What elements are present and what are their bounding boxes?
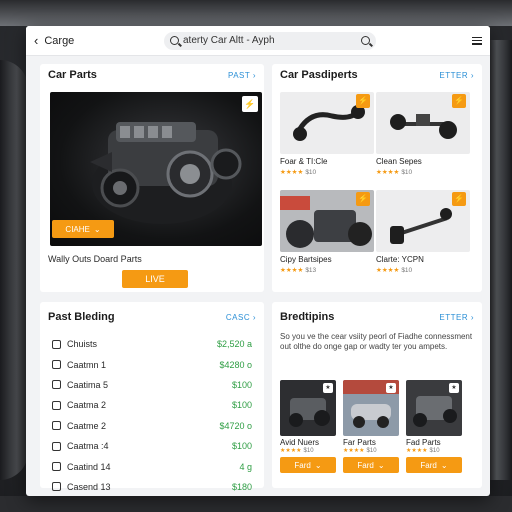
flash-badge-icon: ⚡ [452, 192, 466, 206]
price-list: Chuists $2,520 a Caatmn 1 $4280 o Caatima … [52, 334, 252, 497]
calendar-icon [52, 462, 61, 472]
chevron-down-icon: ⌄ [377, 460, 385, 470]
bookmark-icon[interactable]: ★ [323, 383, 333, 393]
list-item[interactable]: Caatima 5 $100 [52, 375, 252, 395]
product-image: ★ [280, 380, 336, 436]
flash-badge-icon: ⚡ [356, 94, 370, 108]
list-item[interactable]: Caatme 2 $4720 o [52, 416, 252, 436]
product-image: ★ [406, 380, 462, 436]
background-floor [0, 496, 512, 512]
page-title: Carge [44, 34, 75, 47]
featured-parts-card: Car Parts PAST › ⚡ CIAHE ⌄ Wally Outs Doa… [40, 64, 264, 292]
search-icon [170, 36, 179, 45]
card-body-text: So you ve the cear vsiity peorl of Fiadh… [280, 332, 473, 351]
rating-stars: ★★★★ $10 [376, 267, 413, 274]
search-bar[interactable] [164, 31, 376, 50]
listing-card: Past Bleding CASC › Chuists $2,520 a Caat… [40, 302, 264, 492]
bookmark-icon[interactable]: ★ [386, 383, 396, 393]
list-item[interactable]: Caatma 2 $100 [52, 395, 252, 415]
card-title: Car Pasdiperts [280, 69, 358, 81]
card-more-link[interactable]: CASC › [226, 313, 256, 322]
calendar-icon [52, 421, 61, 431]
product-tile[interactable]: ★ Fad Parts ★★★★ $10 Fard ⌄ [406, 380, 462, 473]
list-item[interactable]: Caatmn 1 $4280 o [52, 354, 252, 374]
chevron-left-icon: ‹ [34, 33, 39, 48]
part-name: Clarte: YCPN [376, 255, 424, 264]
product-name: Avid Nuers [280, 438, 319, 447]
hamburger-menu-icon[interactable] [472, 36, 482, 45]
top-bar: ‹ Carge [26, 26, 490, 56]
flash-badge-icon: ⚡ [356, 192, 370, 206]
engine-hero-image[interactable]: ⚡ CIAHE ⌄ [50, 92, 262, 246]
part-item[interactable]: ⚡ Clean Sepes ★★★★ $10 [376, 92, 470, 176]
flash-badge-icon: ⚡ [452, 94, 466, 108]
bookmark-icon[interactable]: ★ [449, 383, 459, 393]
background-car-right [490, 40, 512, 480]
search-input[interactable] [183, 35, 353, 46]
list-item[interactable]: Casend 13 $180 [52, 477, 252, 497]
chevron-down-icon: ⌄ [440, 460, 448, 470]
background-car-left [0, 60, 28, 480]
product-tile[interactable]: ★ Far Parts ★★★★ $10 Fard ⌄ [343, 380, 399, 473]
card-more-link[interactable]: ETTER › [439, 313, 474, 322]
part-item[interactable]: ⚡ Clarte: YCPN ★★★★ $10 [376, 190, 470, 274]
calendar-icon [52, 400, 61, 410]
card-description: Wally Outs Doard Parts [48, 254, 142, 264]
card-title: Past Bleding [48, 311, 115, 323]
rating-stars: ★★★★ $13 [280, 267, 317, 274]
card-more-link[interactable]: ETTER › [439, 71, 474, 80]
lightning-icon[interactable]: ⚡ [242, 96, 258, 112]
part-image: ⚡ [280, 92, 374, 154]
calendar-icon [52, 441, 61, 451]
parts-grid-card: Car Pasdiperts ETTER › ⚡ Foar & TI:Cle ★… [272, 64, 482, 292]
part-image: ⚡ [376, 190, 470, 252]
hero-dropdown-button[interactable]: CIAHE ⌄ [52, 220, 114, 238]
find-button[interactable]: Fard ⌄ [280, 457, 336, 473]
card-title: Bredtipins [280, 311, 335, 323]
calendar-icon [52, 482, 61, 492]
list-item[interactable]: Caatma :4 $100 [52, 436, 252, 456]
rating-stars: ★★★★ $10 [376, 169, 413, 176]
back-button[interactable]: ‹ Carge [34, 33, 164, 48]
card-more-link[interactable]: PAST › [228, 71, 256, 80]
breakdown-card: Bredtipins ETTER › So you ve the cear vs… [272, 302, 482, 488]
part-item[interactable]: ⚡ Foar & TI:Cle ★★★★ $10 [280, 92, 374, 176]
product-tile[interactable]: ★ Avid Nuers ★★★★ $10 Fard ⌄ [280, 380, 336, 473]
part-name: Foar & TI:Cle [280, 157, 328, 166]
calendar-icon [52, 380, 61, 390]
card-title: Car Parts [48, 69, 97, 81]
find-button[interactable]: Fard ⌄ [343, 457, 399, 473]
calendar-icon [52, 360, 61, 370]
product-name: Fad Parts [406, 438, 441, 447]
calendar-icon [52, 339, 61, 349]
chevron-down-icon: ⌄ [93, 224, 101, 234]
list-item[interactable]: Chuists $2,520 a [52, 334, 252, 354]
rating-stars: ★★★★ $10 [280, 448, 314, 454]
part-name: Clean Sepes [376, 157, 422, 166]
background-garage-top [0, 0, 512, 26]
list-item[interactable]: Caatind 14 4 g [52, 456, 252, 476]
rating-stars: ★★★★ $10 [406, 448, 440, 454]
rating-stars: ★★★★ $10 [343, 448, 377, 454]
part-image: ⚡ [376, 92, 470, 154]
part-name: Cipy Bartsipes [280, 255, 332, 264]
part-image: ⚡ [280, 190, 374, 252]
part-item[interactable]: ⚡ Cipy Bartsipes ★★★★ $13 [280, 190, 374, 274]
product-name: Far Parts [343, 438, 376, 447]
product-image: ★ [343, 380, 399, 436]
chevron-down-icon: ⌄ [314, 460, 322, 470]
rating-stars: ★★★★ $10 [280, 169, 317, 176]
live-button[interactable]: LIVE [122, 270, 188, 288]
find-button[interactable]: Fard ⌄ [406, 457, 462, 473]
search-submit-icon[interactable] [361, 36, 370, 45]
